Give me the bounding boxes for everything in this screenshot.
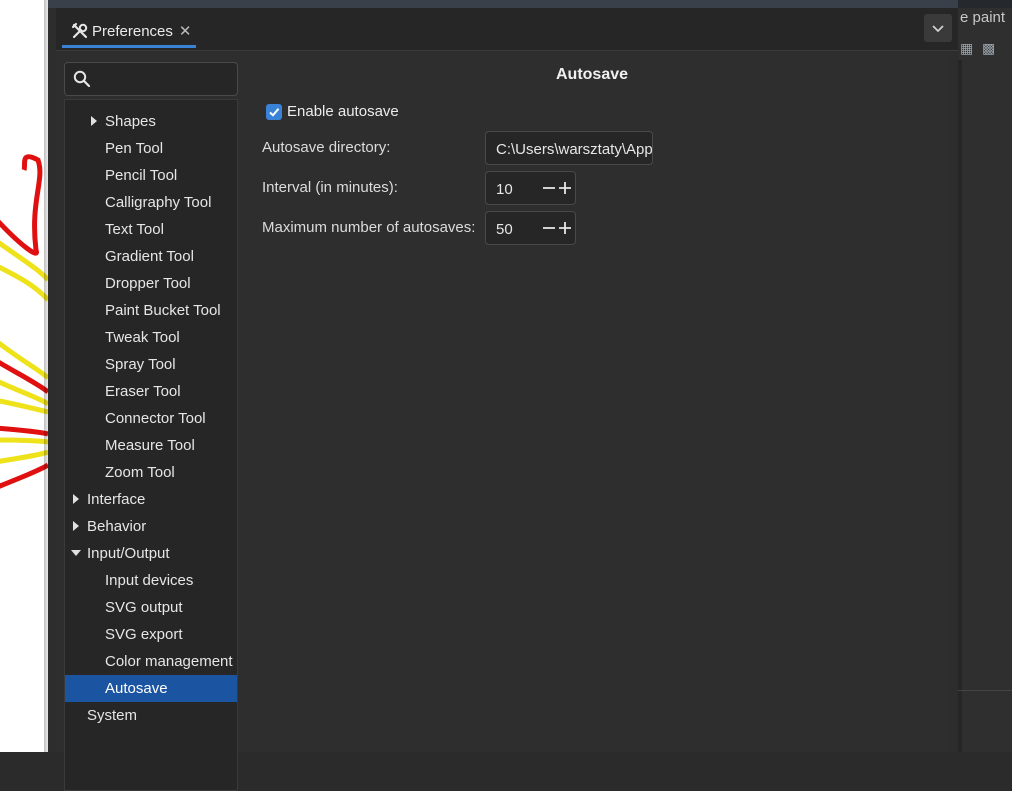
drawing-shapes [0, 154, 48, 489]
tree-item-label: SVG export [105, 626, 183, 643]
close-icon[interactable]: ✕ [179, 22, 192, 40]
tree-item-label: Shapes [105, 113, 156, 130]
tree-item-system[interactable]: System [65, 702, 237, 729]
tree-item-label: Dropper Tool [105, 275, 191, 292]
tree-item-tweak-tool[interactable]: Tweak Tool [65, 324, 237, 351]
tree-item-label: Interface [87, 491, 146, 508]
checkmark-icon [269, 107, 280, 117]
search-icon [73, 70, 91, 88]
tree-item-shapes[interactable]: Shapes [65, 108, 237, 135]
tree-item-label: System [87, 707, 138, 724]
search-field[interactable] [64, 62, 238, 96]
tree-item-input-devices[interactable]: Input devices [65, 567, 237, 594]
tree-item-label: Calligraphy Tool [105, 194, 212, 211]
collapse-arrow-icon[interactable] [71, 550, 81, 556]
tree-item-label: Connector Tool [105, 410, 206, 427]
tree-item-label: Eraser Tool [105, 383, 181, 400]
tree-item-label: Tweak Tool [105, 329, 180, 346]
tree-item-label: Spray Tool [105, 356, 176, 373]
tree-item-svg-export[interactable]: SVG export [65, 621, 237, 648]
tree-item-calligraphy-tool[interactable]: Calligraphy Tool [65, 189, 237, 216]
expand-arrow-icon[interactable] [73, 521, 79, 531]
search-input[interactable] [99, 67, 233, 91]
tree-item-eraser-tool[interactable]: Eraser Tool [65, 378, 237, 405]
autosave-directory-input[interactable] [494, 137, 652, 161]
active-tab-indicator [62, 45, 196, 48]
tab-menu-button[interactable] [924, 14, 952, 42]
tree-item-pen-tool[interactable]: Pen Tool [65, 135, 237, 162]
max-autosaves-decrement-button[interactable] [541, 219, 557, 237]
tree-item-label: Paint Bucket Tool [105, 302, 221, 319]
max-autosaves-spinbox[interactable] [485, 211, 576, 245]
page-title: Autosave [556, 66, 629, 83]
tree-item-dropper-tool[interactable]: Dropper Tool [65, 270, 237, 297]
preferences-content: Shapes Pen Tool Pencil Tool Calligraphy … [56, 51, 950, 791]
tree-item-label: Color management [105, 653, 233, 670]
tree-item-connector-tool[interactable]: Connector Tool [65, 405, 237, 432]
interval-decrement-button[interactable] [541, 179, 557, 197]
max-autosaves-input[interactable] [494, 217, 542, 241]
tree-item-zoom-tool[interactable]: Zoom Tool [65, 459, 237, 486]
tree-item-gradient-tool[interactable]: Gradient Tool [65, 243, 237, 270]
preferences-dialog: Preferences ✕ Shapes Pen Tool Pencil Too… [48, 0, 958, 791]
preferences-tree: Shapes Pen Tool Pencil Tool Calligraphy … [64, 99, 238, 791]
expand-arrow-icon[interactable] [73, 494, 79, 504]
grid-icon[interactable]: ▦ [960, 40, 973, 57]
tree-item-paint-bucket-tool[interactable]: Paint Bucket Tool [65, 297, 237, 324]
background-tab-label[interactable]: e paint [960, 9, 1005, 26]
background-app-panel: e paint ▦ ▩ [958, 0, 1012, 752]
tree-item-label: SVG output [105, 599, 183, 616]
tree-item-interface[interactable]: Interface [65, 486, 237, 513]
tree-item-svg-output[interactable]: SVG output [65, 594, 237, 621]
autosave-directory-label: Autosave directory: [262, 139, 391, 156]
dialog-top-strip [48, 0, 958, 8]
tree-item-label: Behavior [87, 518, 147, 535]
tree-item-behavior[interactable]: Behavior [65, 513, 237, 540]
expand-arrow-icon[interactable] [91, 116, 97, 126]
max-autosaves-label: Maximum number of autosaves: [262, 219, 476, 236]
tree-item-pencil-tool[interactable]: Pencil Tool [65, 162, 237, 189]
tree-item-label: Input/Output [87, 545, 170, 562]
plus-icon [559, 222, 571, 234]
plus-icon [559, 182, 571, 194]
interval-label: Interval (in minutes): [262, 179, 398, 196]
minus-icon [543, 187, 555, 189]
background-toolbar: ▦ ▩ [960, 40, 1012, 60]
tree-item-label: Text Tool [105, 221, 164, 238]
minus-icon [543, 227, 555, 229]
enable-autosave-row[interactable]: Enable autosave [266, 103, 399, 120]
tree-item-label: Autosave [105, 680, 168, 697]
tree-item-label: Pencil Tool [105, 167, 178, 184]
tree-item-text-tool[interactable]: Text Tool [65, 216, 237, 243]
tab-bar: Preferences ✕ [56, 8, 958, 51]
tree-item-label: Pen Tool [105, 140, 164, 157]
tree-item-label: Input devices [105, 572, 194, 589]
background-panel-edge [958, 60, 962, 752]
interval-spinbox[interactable] [485, 171, 576, 205]
tab-preferences[interactable]: Preferences ✕ [62, 14, 196, 48]
tree-item-autosave[interactable]: Autosave [65, 675, 237, 702]
interval-input[interactable] [494, 177, 542, 201]
interval-increment-button[interactable] [557, 179, 573, 197]
tab-title: Preferences [92, 22, 173, 40]
max-autosaves-increment-button[interactable] [557, 219, 573, 237]
tree-item-label: Measure Tool [105, 437, 195, 454]
autosave-directory-field[interactable] [485, 131, 653, 165]
tools-icon [70, 21, 90, 41]
tree-item-label: Gradient Tool [105, 248, 194, 265]
background-divider [958, 690, 1012, 691]
tree-item-input-output[interactable]: Input/Output [65, 540, 237, 567]
canvas-background [0, 0, 48, 752]
pattern-icon[interactable]: ▩ [982, 40, 995, 57]
tree-item-label: Zoom Tool [105, 464, 175, 481]
enable-autosave-checkbox[interactable] [266, 103, 282, 120]
enable-autosave-label[interactable]: Enable autosave [287, 103, 399, 120]
chevron-down-icon [932, 25, 944, 33]
tree-item-color-management[interactable]: Color management [65, 648, 237, 675]
tree-item-spray-tool[interactable]: Spray Tool [65, 351, 237, 378]
background-top-bar [958, 0, 1012, 8]
tree-item-measure-tool[interactable]: Measure Tool [65, 432, 237, 459]
